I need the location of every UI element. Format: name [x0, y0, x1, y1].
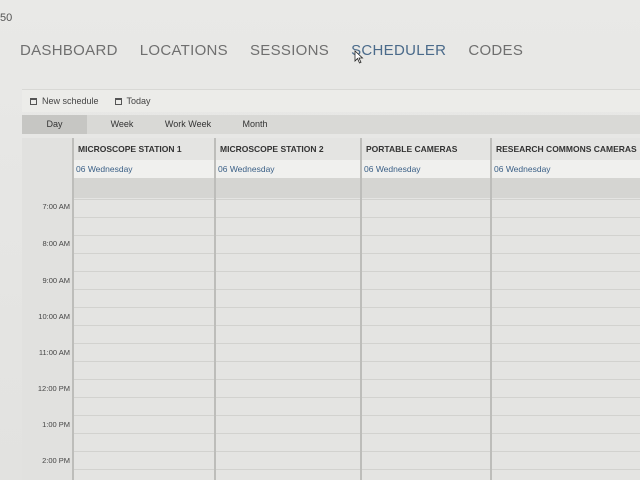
all-day-row[interactable] — [362, 178, 490, 198]
resource-header: PORTABLE CAMERAS — [362, 138, 490, 160]
time-label: 12:00 PM — [37, 384, 70, 393]
nav-scheduler[interactable]: SCHEDULER — [351, 42, 446, 59]
date-header-link[interactable]: 06 Wednesday — [492, 160, 640, 178]
tab-day[interactable]: Day — [22, 115, 87, 134]
all-day-row[interactable] — [74, 178, 214, 198]
scheduler-toolbar: New schedule Today — [22, 89, 640, 112]
tab-work-week[interactable]: Work Week — [157, 115, 219, 134]
nav-sessions[interactable]: SESSIONS — [250, 42, 329, 59]
resource-header: MICROSCOPE STATION 1 — [74, 138, 214, 160]
nav-codes[interactable]: CODES — [468, 42, 523, 59]
time-label: 11:00 AM — [38, 348, 70, 357]
date-header-link[interactable]: 06 Wednesday — [74, 160, 214, 178]
view-switcher: Day Week Work Week Month — [22, 115, 640, 134]
time-label: 9:00 AM — [42, 276, 70, 285]
scheduler-app: 50 DASHBOARD LOCATIONS SESSIONS SCHEDULE… — [0, 0, 640, 480]
time-label: 7:00 AM — [42, 202, 70, 211]
time-label: 8:00 AM — [42, 239, 70, 248]
resource-column-portable-cameras[interactable]: PORTABLE CAMERAS 06 Wednesday — [360, 138, 490, 480]
resource-column-research-commons-cameras[interactable]: RESEARCH COMMONS CAMERAS 06 Wednesday — [490, 138, 640, 480]
time-label: 1:00 PM — [42, 420, 70, 429]
tab-week[interactable]: Week — [87, 115, 157, 134]
new-schedule-button[interactable]: New schedule — [30, 96, 99, 106]
nav-dashboard[interactable]: DASHBOARD — [20, 42, 118, 59]
date-header-link[interactable]: 06 Wednesday — [362, 160, 490, 178]
date-header-link[interactable]: 06 Wednesday — [216, 160, 360, 178]
tab-month[interactable]: Month — [219, 115, 291, 134]
resource-header: RESEARCH COMMONS CAMERAS — [492, 138, 640, 160]
all-day-row[interactable] — [492, 178, 640, 198]
time-label: 2:00 PM — [42, 456, 70, 465]
today-label: Today — [126, 96, 151, 106]
new-schedule-label: New schedule — [42, 96, 99, 106]
mouse-cursor-icon — [354, 50, 364, 64]
resource-column-microscope-station-2[interactable]: MICROSCOPE STATION 2 06 Wednesday — [214, 138, 360, 480]
time-gutter: 7:00 AM 8:00 AM 9:00 AM 10:00 AM 11:00 A… — [22, 138, 72, 480]
calendar-icon — [30, 97, 37, 105]
calendar-icon — [114, 97, 122, 105]
all-day-row[interactable] — [216, 178, 360, 198]
resource-column-microscope-station-1[interactable]: MICROSCOPE STATION 1 06 Wednesday — [72, 138, 214, 480]
scheduler-grid: 7:00 AM 8:00 AM 9:00 AM 10:00 AM 11:00 A… — [22, 138, 640, 480]
window-title-fragment: 50 — [0, 12, 13, 24]
today-button[interactable]: Today — [114, 96, 151, 106]
main-navigation: DASHBOARD LOCATIONS SESSIONS SCHEDULER C… — [20, 42, 523, 59]
time-label: 10:00 AM — [38, 312, 70, 321]
nav-locations[interactable]: LOCATIONS — [140, 42, 228, 59]
resource-header: MICROSCOPE STATION 2 — [216, 138, 360, 160]
